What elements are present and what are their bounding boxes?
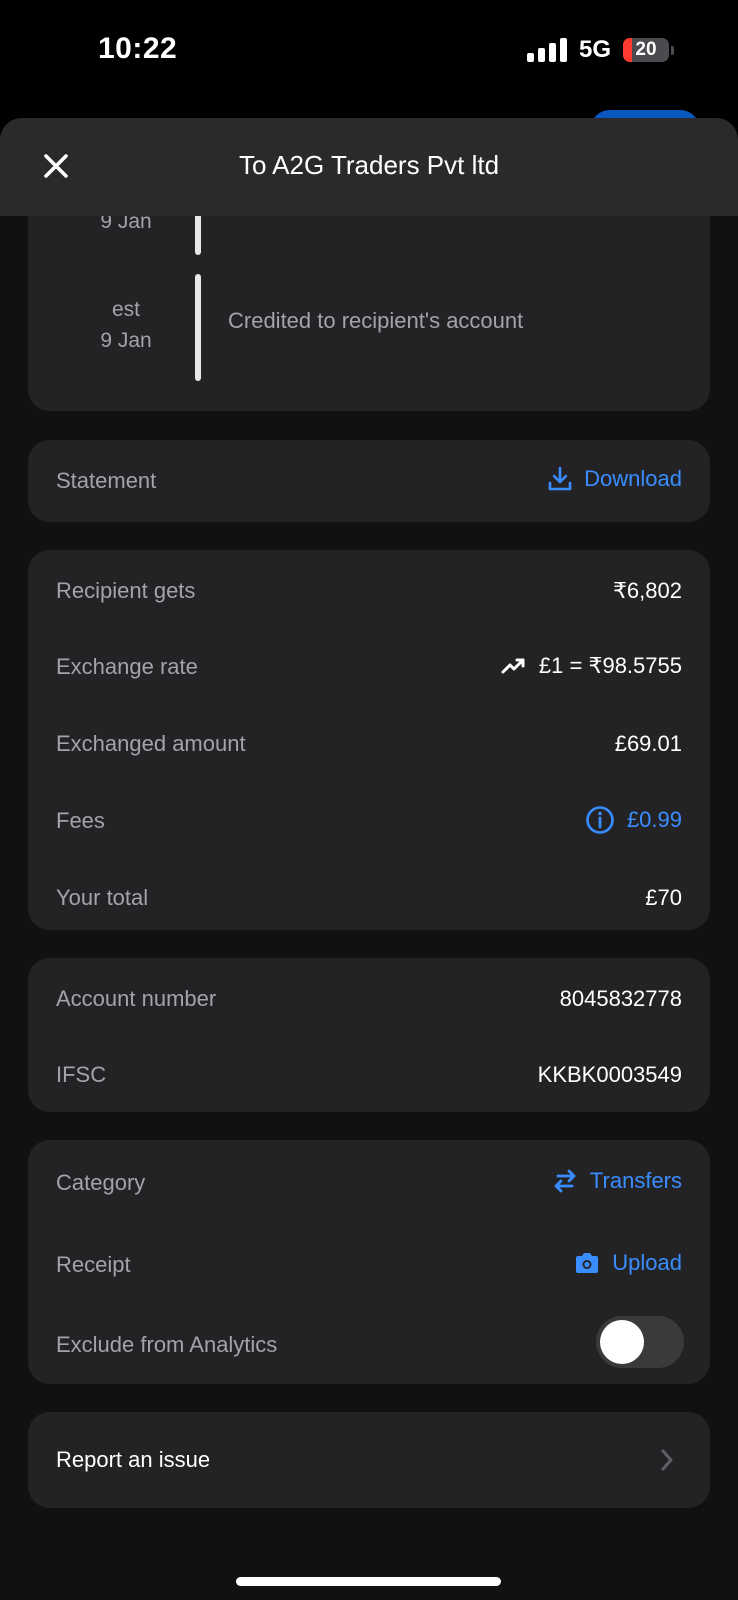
transfer-arrows-icon: [554, 1169, 576, 1193]
your-total-value: £70: [645, 885, 682, 910]
amounts-card: Recipient gets ₹6,802 Exchange rate £1 =…: [28, 550, 710, 930]
chevron-right-icon: [661, 1449, 673, 1471]
exchange-rate-label: Exchange rate: [56, 654, 198, 679]
recipient-gets-label: Recipient gets: [56, 578, 196, 603]
account-number-label: Account number: [56, 986, 217, 1011]
status-bar: 10:22 5G 20: [0, 0, 738, 100]
timeline-date-2: est 9 Jan: [56, 294, 196, 356]
statement-card: Statement Download: [28, 440, 710, 522]
exchanged-amount-value: £69.01: [614, 731, 682, 756]
timeline-bar-2: [195, 274, 201, 381]
transfer-details-sheet: To A2G Traders Pvt ltd 9 Jan est 9 Jan C…: [0, 118, 738, 1600]
fees-label: Fees: [56, 808, 105, 833]
extras-card: Category Transfers Receipt Upload Exclud…: [28, 1140, 710, 1384]
timeline-date-2-bottom: 9 Jan: [100, 329, 152, 352]
battery-fill: [623, 38, 633, 62]
home-indicator[interactable]: [236, 1577, 501, 1586]
exclude-analytics-label: Exclude from Analytics: [56, 1332, 278, 1357]
ifsc-value[interactable]: KKBK0003549: [538, 1062, 682, 1088]
trending-up-icon: [501, 658, 525, 674]
report-issue-label: Report an issue: [56, 1447, 211, 1472]
category-value: Transfers: [589, 1168, 682, 1193]
timeline-date-2-top: est: [111, 298, 140, 321]
download-label: Download: [584, 466, 682, 491]
statement-label: Statement: [56, 468, 157, 493]
receipt-label: Receipt: [56, 1252, 131, 1277]
camera-icon: [576, 1253, 599, 1273]
exchanged-amount-label: Exchanged amount: [56, 731, 246, 756]
category-label: Category: [56, 1170, 146, 1195]
recipient-gets-value: ₹6,802: [612, 578, 682, 603]
cellular-signal-icon: [526, 38, 567, 62]
account-number-value[interactable]: 8045832778: [560, 986, 682, 1012]
sheet-header: To A2G Traders Pvt ltd: [0, 118, 738, 216]
battery-nub: [671, 45, 674, 55]
status-time: 10:22: [98, 32, 178, 65]
upload-receipt-button[interactable]: Upload: [574, 1250, 682, 1276]
category-button[interactable]: Transfers: [552, 1168, 682, 1194]
receipt-value: Upload: [612, 1250, 682, 1275]
fees-value: £0.99: [626, 807, 682, 832]
bank-details-card: Account number 8045832778 IFSC KKBK00035…: [28, 958, 710, 1112]
battery-percent: 20: [635, 39, 657, 60]
report-issue-row[interactable]: Report an issue: [28, 1412, 710, 1508]
info-icon: [586, 806, 614, 834]
network-type: 5G: [578, 36, 611, 63]
download-button[interactable]: Download: [548, 466, 682, 492]
ifsc-label: IFSC: [56, 1062, 107, 1087]
toggle-knob: [600, 1320, 644, 1364]
exchange-rate-value: £1 = ₹98.5755: [538, 653, 682, 678]
download-icon: [548, 466, 572, 491]
sheet-title: To A2G Traders Pvt ltd: [238, 150, 500, 180]
exclude-analytics-toggle[interactable]: [596, 1316, 684, 1368]
your-total-label: Your total: [56, 885, 149, 910]
fees-info-button[interactable]: £0.99: [585, 805, 682, 835]
exchange-rate-row-value[interactable]: £1 = ₹98.5755: [501, 653, 682, 679]
status-indicators: 5G 20: [526, 36, 674, 64]
timeline-step-text: Credited to recipient's account: [228, 308, 524, 333]
battery-icon: 20: [623, 38, 669, 62]
